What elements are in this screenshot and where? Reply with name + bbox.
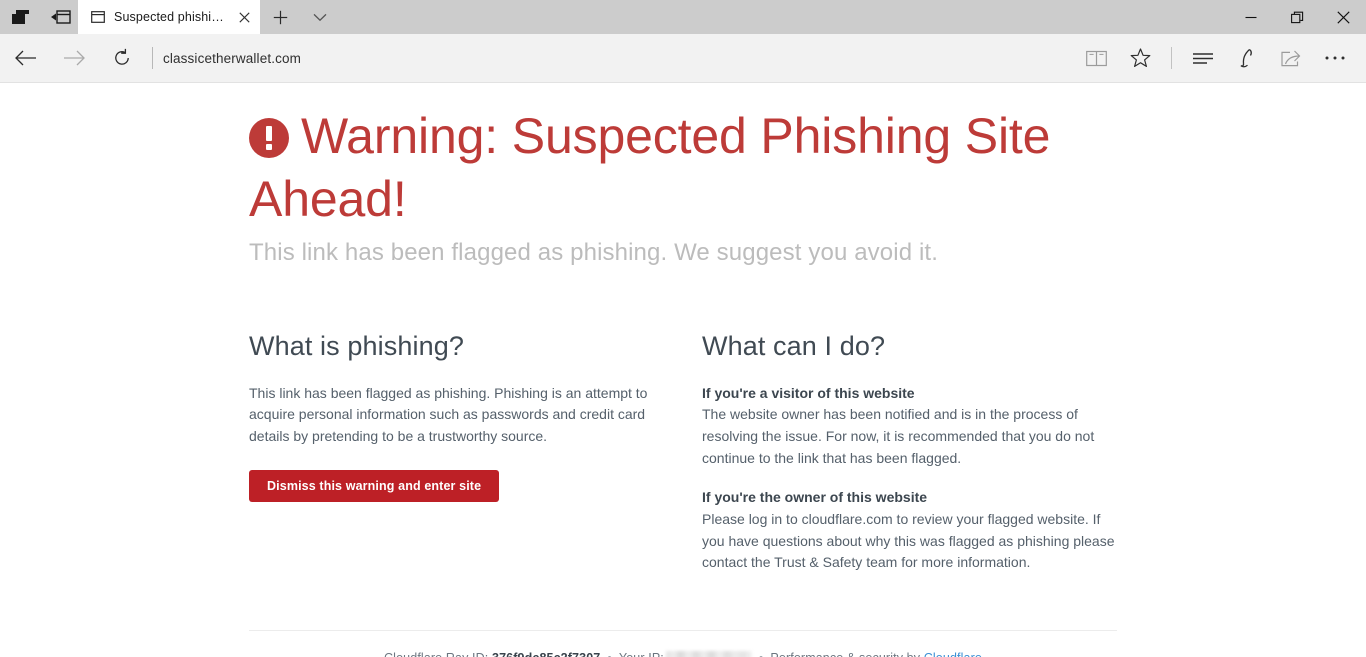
browser-window: Suspected phishing site bbox=[0, 0, 1366, 657]
close-icon[interactable] bbox=[236, 9, 252, 25]
minimize-icon[interactable] bbox=[1228, 0, 1274, 34]
page-subtitle: This link has been flagged as phishing. … bbox=[249, 239, 938, 266]
back-button[interactable] bbox=[4, 36, 48, 80]
dismiss-warning-button[interactable]: Dismiss this warning and enter site bbox=[249, 469, 500, 503]
titlebar-spacer bbox=[340, 0, 1228, 34]
what-is-phishing-body: This link has been flagged as phishing. … bbox=[249, 384, 648, 444]
your-ip-label: Your IP: bbox=[619, 651, 664, 657]
browser-toolbar: classicetherwallet.com bbox=[0, 34, 1366, 83]
share-icon[interactable] bbox=[1270, 36, 1312, 80]
footer-separator-2: • bbox=[759, 651, 764, 657]
toolbar-divider bbox=[1171, 47, 1172, 69]
what-is-phishing-column: What is phishing? This link has been fla… bbox=[249, 330, 702, 574]
redacted-ip-value bbox=[665, 651, 752, 657]
forward-button[interactable] bbox=[52, 36, 96, 80]
favorites-star-icon[interactable] bbox=[1119, 36, 1161, 80]
address-separator bbox=[152, 47, 153, 69]
web-note-pen-icon[interactable] bbox=[1226, 36, 1268, 80]
what-is-phishing-heading: What is phishing? bbox=[249, 331, 464, 362]
chevron-down-icon[interactable] bbox=[300, 0, 340, 34]
window-controls bbox=[1228, 0, 1366, 34]
what-can-i-do-heading: What can I do? bbox=[702, 331, 886, 362]
refresh-button[interactable] bbox=[100, 36, 144, 80]
ray-id-label: Cloudflare Ray ID: bbox=[384, 651, 488, 657]
toolbar-actions bbox=[1075, 36, 1366, 80]
title-bar: Suspected phishing site bbox=[0, 0, 1366, 34]
new-tab-button[interactable] bbox=[260, 0, 300, 34]
close-window-icon[interactable] bbox=[1320, 0, 1366, 34]
reading-view-icon[interactable] bbox=[1075, 36, 1117, 80]
visitor-subheading: If you're a visitor of this website bbox=[702, 384, 915, 401]
footer-divider bbox=[249, 630, 1117, 632]
window-icon bbox=[90, 9, 106, 25]
cloudflare-link[interactable]: Cloudflare bbox=[924, 651, 982, 657]
more-options-icon[interactable] bbox=[1314, 36, 1356, 80]
page-viewport: Warning: Suspected Phishing Site Ahead! … bbox=[0, 83, 1366, 657]
performance-text: Performance & security by bbox=[770, 651, 920, 657]
address-bar[interactable]: classicetherwallet.com bbox=[163, 36, 1075, 80]
address-text[interactable]: classicetherwallet.com bbox=[163, 51, 301, 66]
browser-tab[interactable]: Suspected phishing site bbox=[78, 0, 260, 34]
visitor-body: The website owner has been notified and … bbox=[702, 406, 1095, 466]
info-columns: What is phishing? This link has been fla… bbox=[249, 330, 1117, 574]
restore-icon[interactable] bbox=[1274, 0, 1320, 34]
tab-title: Suspected phishing site bbox=[114, 10, 228, 24]
exclamation-circle-icon bbox=[249, 118, 289, 158]
page-title-text: Warning: Suspected Phishing Site Ahead! bbox=[249, 108, 1051, 227]
owner-subheading: If you're the owner of this website bbox=[702, 489, 928, 506]
warning-page-content: Warning: Suspected Phishing Site Ahead! … bbox=[249, 83, 1117, 657]
footer-separator-1: • bbox=[607, 651, 612, 657]
owner-body: Please log in to cloudflare.com to revie… bbox=[702, 511, 1115, 571]
hub-icon[interactable] bbox=[1182, 36, 1224, 80]
cloudflare-footer: Cloudflare Ray ID: 376f9dc85c2f7307 • Your… bbox=[249, 649, 1117, 657]
set-tabs-aside-icon[interactable] bbox=[8, 5, 34, 29]
ray-id-value: 376f9dc85c2f7307 bbox=[492, 651, 600, 657]
what-can-i-do-column: What can I do? If you're a visitor of th… bbox=[702, 330, 1117, 574]
restore-tabs-aside-icon[interactable] bbox=[48, 5, 74, 29]
tabs-aside-group bbox=[0, 0, 74, 34]
page-title: Warning: Suspected Phishing Site Ahead! bbox=[249, 105, 1117, 231]
